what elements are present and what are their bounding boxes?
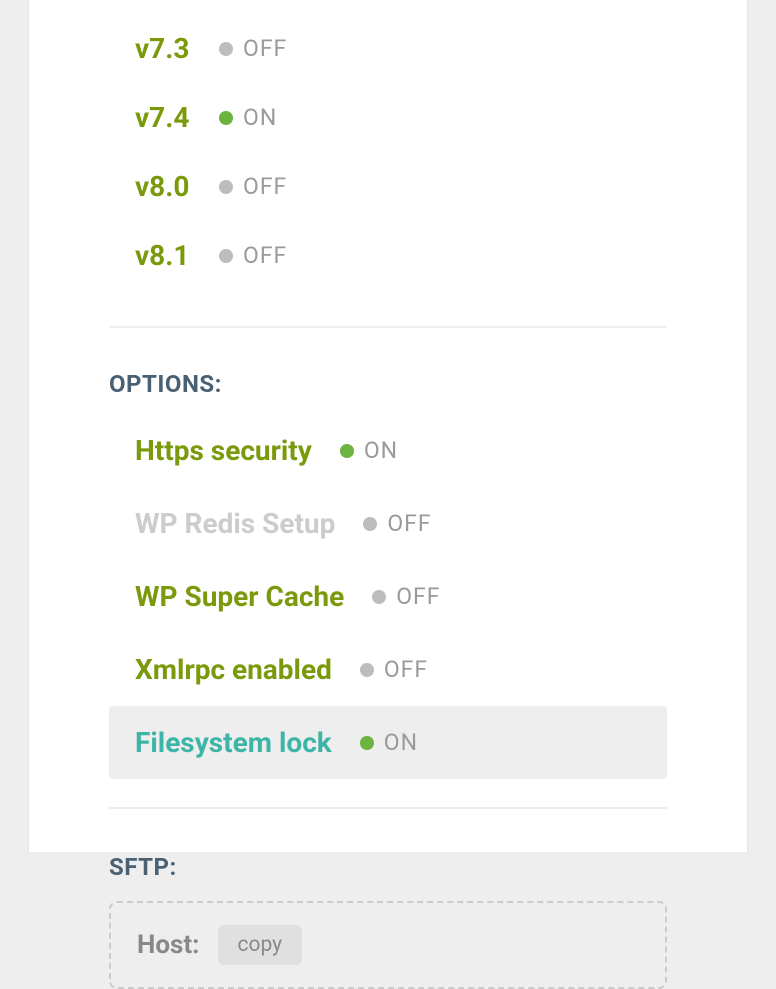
version-item[interactable]: v7.4 ON <box>29 83 747 152</box>
version-item[interactable]: v8.0 OFF <box>29 152 747 221</box>
status-dot-icon <box>372 590 386 604</box>
version-status: ON <box>243 104 277 131</box>
status-dot-icon <box>360 663 374 677</box>
version-status: OFF <box>243 173 287 200</box>
option-status: ON <box>364 437 398 464</box>
status-dot-icon <box>219 42 233 56</box>
option-status: OFF <box>384 656 428 683</box>
status-dot-icon <box>219 111 233 125</box>
option-label: Xmlrpc enabled <box>135 653 332 686</box>
version-status: OFF <box>243 242 287 269</box>
version-label: v7.4 <box>135 101 219 134</box>
option-label: WP Super Cache <box>135 580 344 613</box>
status-dot-icon <box>219 249 233 263</box>
version-item[interactable]: v8.1 OFF <box>29 221 747 290</box>
option-wp-redis-setup: WP Redis Setup OFF <box>29 487 747 560</box>
options-list: Https security ON WP Redis Setup OFF WP … <box>29 414 747 807</box>
settings-panel: v7.3 OFF v7.4 ON v8.0 OFF v8.1 OFF OPTIO… <box>28 0 748 852</box>
status-dot-icon <box>360 736 374 750</box>
version-label: v7.3 <box>135 32 219 65</box>
status-dot-icon <box>340 444 354 458</box>
copy-host-button[interactable]: copy <box>218 925 303 965</box>
status-dot-icon <box>363 517 377 531</box>
option-status: OFF <box>396 583 440 610</box>
option-label: Filesystem lock <box>135 726 332 759</box>
option-wp-super-cache[interactable]: WP Super Cache OFF <box>29 560 747 633</box>
option-status: OFF <box>387 510 431 537</box>
option-filesystem-lock[interactable]: Filesystem lock ON <box>109 706 667 779</box>
version-label: v8.0 <box>135 170 219 203</box>
sftp-section: SFTP: Host: copy <box>29 809 747 989</box>
options-header: OPTIONS: <box>29 328 747 414</box>
option-https-security[interactable]: Https security ON <box>29 414 747 487</box>
sftp-host-box: Host: copy <box>109 901 667 989</box>
status-dot-icon <box>219 180 233 194</box>
version-item[interactable]: v7.3 OFF <box>29 14 747 83</box>
sftp-header: SFTP: <box>109 853 667 881</box>
php-version-list: v7.3 OFF v7.4 ON v8.0 OFF v8.1 OFF <box>29 0 747 326</box>
option-xmlrpc-enabled[interactable]: Xmlrpc enabled OFF <box>29 633 747 706</box>
option-status: ON <box>384 729 418 756</box>
sftp-host-label: Host: <box>137 930 200 960</box>
option-label: WP Redis Setup <box>135 507 335 540</box>
option-label: Https security <box>135 434 312 467</box>
version-status: OFF <box>243 35 287 62</box>
version-label: v8.1 <box>135 239 219 272</box>
